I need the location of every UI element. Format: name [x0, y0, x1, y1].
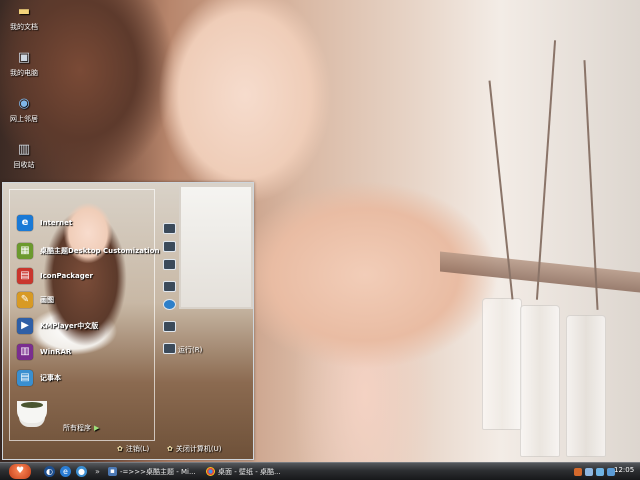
- ie-icon: e: [17, 215, 33, 231]
- folder-icon: ▬: [17, 4, 31, 19]
- control-panel-icon[interactable]: [163, 321, 176, 332]
- program-label: WinRAR: [40, 348, 72, 356]
- log-off-button[interactable]: ✿ 注销(L): [117, 444, 149, 454]
- log-off-label: 注销(L): [125, 445, 150, 453]
- program-winrar[interactable]: ▥ WinRAR: [17, 343, 71, 361]
- taskbar-clock[interactable]: 12:05: [614, 466, 634, 474]
- program-label: 画图: [40, 296, 54, 304]
- wallpaper-branch: [535, 40, 557, 300]
- taskbar: ♥ ◐ e ● » ▪ -=>>>桌酷主题 - Mi... 桌面 - 壁纸 - …: [0, 462, 640, 480]
- notepad-icon: ▤: [17, 370, 33, 386]
- wallpaper-bottle: [482, 298, 522, 430]
- program-label: Internet: [40, 219, 73, 227]
- taskbar-button-theme-window[interactable]: ▪ -=>>>桌酷主题 - Mi...: [108, 464, 200, 479]
- quicklaunch-expand-icon[interactable]: »: [92, 466, 103, 477]
- shutdown-button[interactable]: ✿ 关闭计算机(U): [167, 444, 221, 454]
- wallpaper-bottle: [566, 315, 606, 457]
- all-programs-button[interactable]: 所有程序 ▶: [63, 419, 99, 437]
- shutdown-icon: ✿: [167, 445, 173, 453]
- program-label: KMPlayer中文版: [40, 322, 99, 330]
- program-iconpackager[interactable]: ▤ IconPackager: [17, 267, 93, 285]
- computer-icon: ▣: [17, 50, 31, 65]
- run-label[interactable]: 运行(R): [178, 345, 202, 355]
- program-label: 桌酷主题Desktop Customization: [40, 247, 160, 255]
- quicklaunch-show-desktop-icon[interactable]: ◐: [44, 466, 55, 477]
- paint-icon: ✎: [17, 292, 33, 308]
- documents-icon[interactable]: [163, 223, 176, 234]
- desktop-icon-label: 我的电脑: [10, 69, 38, 77]
- start-menu-bottom-bar: ✿ 注销(L) ✿ 关闭计算机(U): [3, 439, 253, 459]
- network-icon: ◉: [18, 96, 30, 111]
- desktop-icon-my-computer[interactable]: ▣ 我的电脑: [2, 50, 46, 78]
- quicklaunch-media-icon[interactable]: ●: [76, 466, 87, 477]
- network-icon[interactable]: [163, 299, 176, 310]
- computer-icon[interactable]: [163, 281, 176, 292]
- program-notepad[interactable]: ▤ 记事本: [17, 369, 61, 387]
- winrar-icon: ▥: [17, 344, 33, 360]
- kmplayer-icon: ▶: [17, 318, 33, 334]
- music-icon[interactable]: [163, 259, 176, 270]
- iconpackager-icon: ▤: [17, 268, 33, 284]
- quicklaunch-ie-icon[interactable]: e: [60, 466, 71, 477]
- program-label: 记事本: [40, 374, 61, 382]
- program-label: IconPackager: [40, 272, 93, 280]
- taskbar-button-label: 桌面 - 壁纸 - 桌酷...: [218, 467, 281, 476]
- desktop-icon-my-documents[interactable]: ▬ 我的文档: [2, 4, 46, 32]
- program-internet[interactable]: e Internet: [17, 214, 72, 232]
- shutdown-label: 关闭计算机(U): [175, 445, 222, 453]
- start-button[interactable]: ♥: [9, 464, 31, 479]
- desktop-icon-label: 我的文档: [10, 23, 38, 31]
- desktop-icon-label: 网上邻居: [10, 115, 38, 123]
- recycle-bin-icon: ▥: [17, 142, 31, 157]
- tray-volume-icon[interactable]: [596, 467, 604, 476]
- theme-app-icon: ▦: [17, 243, 33, 259]
- arrow-right-icon: ▶: [94, 424, 100, 432]
- printer-icon[interactable]: [163, 343, 176, 354]
- app-window-icon: ▪: [108, 467, 117, 476]
- system-tray: [574, 463, 618, 480]
- start-heart-icon: ♥: [15, 466, 25, 476]
- taskbar-button-browser[interactable]: 桌面 - 壁纸 - 桌酷...: [206, 464, 306, 479]
- taskbar-button-label: -=>>>桌酷主题 - Mi...: [120, 467, 196, 476]
- program-kmplayer[interactable]: ▶ KMPlayer中文版: [17, 317, 98, 335]
- all-programs-label: 所有程序: [63, 424, 91, 432]
- start-menu: e Internet ▦ 桌酷主题Desktop Customization ▤…: [2, 182, 254, 460]
- program-paint[interactable]: ✎ 画图: [17, 291, 54, 309]
- desktop-icon-network[interactable]: ◉ 网上邻居: [2, 96, 46, 124]
- wallpaper-bottle: [520, 305, 560, 457]
- chrome-icon: [206, 467, 215, 476]
- tray-app-icon[interactable]: [574, 467, 582, 476]
- program-theme[interactable]: ▦ 桌酷主题Desktop Customization: [17, 242, 159, 260]
- desktop-icon-label: 回收站: [13, 161, 35, 169]
- pictures-icon[interactable]: [163, 241, 176, 252]
- start-menu-photo-window: [179, 185, 253, 309]
- log-off-icon: ✿: [117, 445, 123, 453]
- desktop-icon-recycle-bin[interactable]: ▥ 回收站: [2, 142, 46, 170]
- tray-network-icon[interactable]: [585, 467, 593, 476]
